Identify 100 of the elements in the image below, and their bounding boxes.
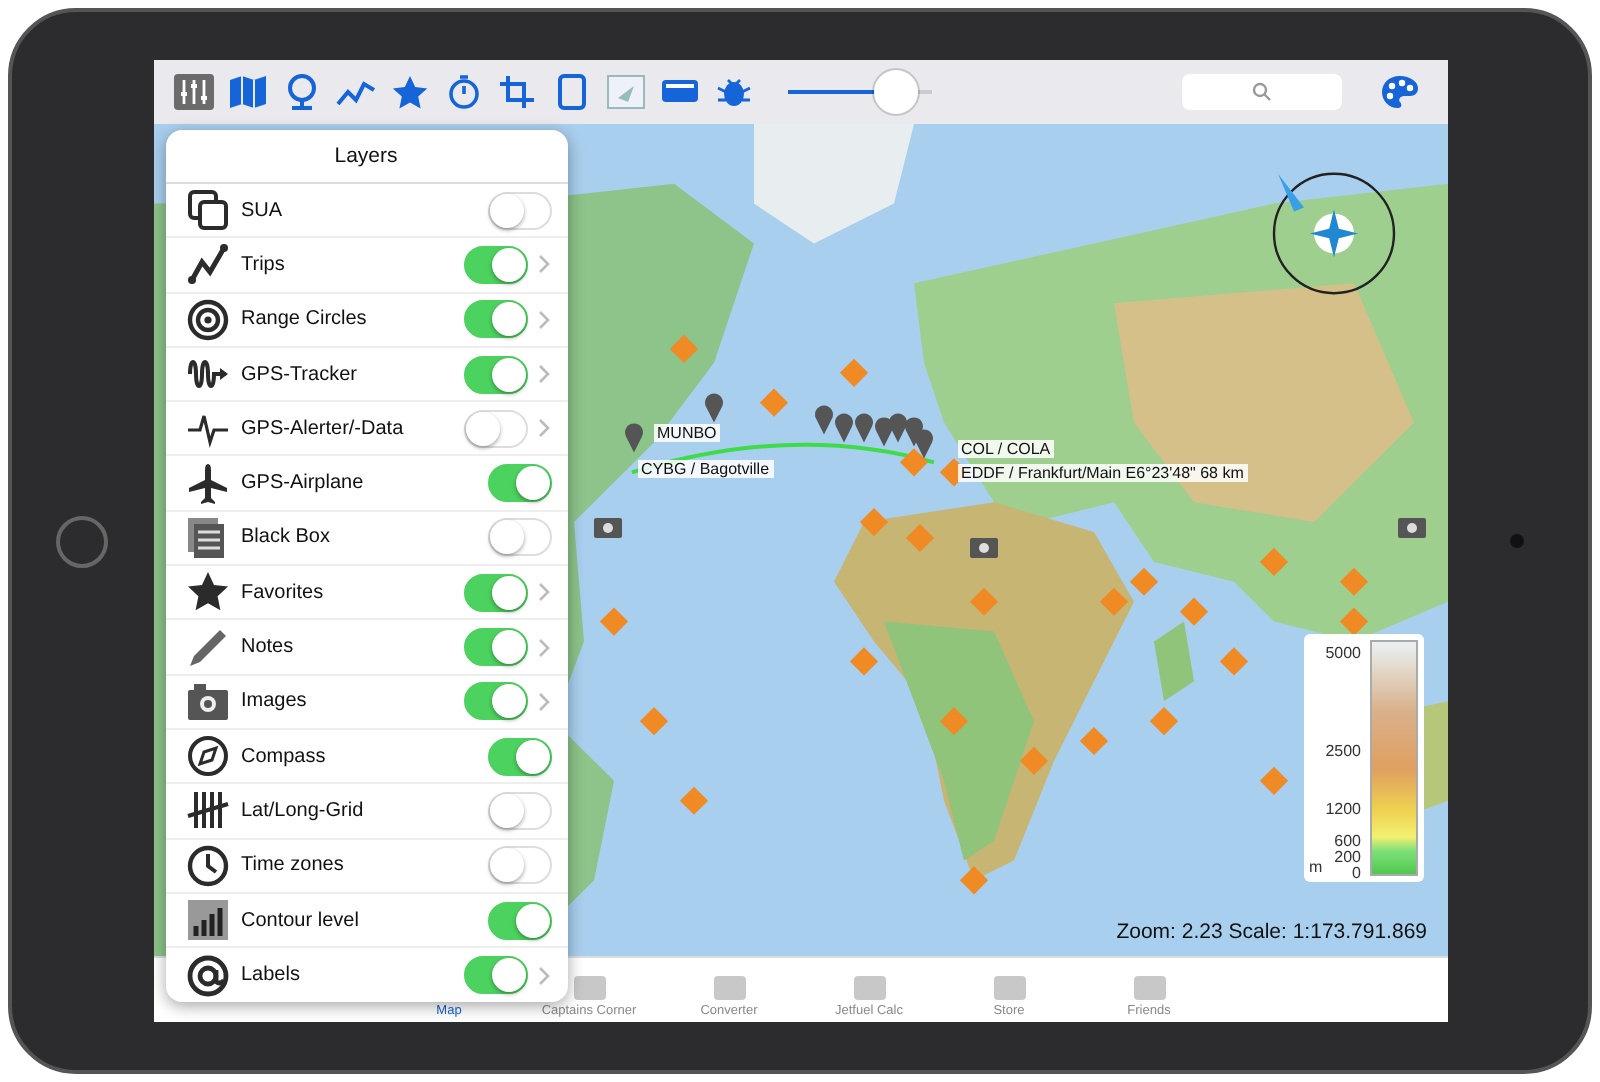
toggle-switch[interactable]	[487, 737, 551, 776]
layer-label: Trips	[241, 253, 287, 276]
camera-icon	[185, 679, 229, 724]
legend-value: 1200	[1325, 800, 1361, 819]
layer-label: Notes	[241, 636, 296, 659]
airport-marker-icon[interactable]	[1128, 567, 1158, 596]
target-icon	[185, 297, 229, 342]
map-pin-icon[interactable]	[874, 417, 892, 447]
at-sign-icon	[185, 953, 229, 998]
zigzag-line-icon	[185, 242, 229, 287]
palette-icon[interactable]	[1379, 74, 1419, 110]
camera-icon	[1510, 534, 1525, 548]
layer-label: GPS-Tracker	[241, 363, 359, 386]
airport-marker-icon[interactable]	[1178, 597, 1208, 626]
layer-row[interactable]: Compass	[165, 729, 567, 785]
zoom-slider[interactable]	[787, 70, 931, 114]
toggle-switch[interactable]	[487, 791, 551, 830]
layer-label: Images	[241, 690, 309, 713]
legend-unit: m	[1309, 858, 1323, 876]
legend-value: 600	[1334, 831, 1361, 850]
map-pin-icon[interactable]	[624, 423, 642, 453]
map-label: CYBG / Bagotville	[637, 460, 774, 478]
pencil-icon	[185, 625, 229, 670]
layer-label: Compass	[241, 745, 328, 768]
layer-label: Contour level	[241, 909, 361, 931]
layer-label: SUA	[241, 199, 285, 222]
layer-row[interactable]: Time zones	[165, 839, 567, 894]
map-pin-icon[interactable]	[854, 413, 872, 443]
layer-label: Black Box	[241, 526, 332, 549]
layer-row[interactable]: GPS-Tracker	[165, 347, 567, 403]
toggle-switch[interactable]	[463, 628, 527, 667]
layer-row[interactable]: Lat/Long-Grid	[165, 784, 567, 840]
layer-label: GPS-Alerter/-Data	[241, 417, 406, 440]
map-pin-icon[interactable]	[914, 429, 932, 459]
layer-row[interactable]: Black Box	[165, 511, 567, 567]
toggle-switch[interactable]	[463, 573, 527, 612]
star-icon	[185, 570, 229, 615]
toggle-switch[interactable]	[463, 956, 527, 995]
compass-icon	[185, 734, 229, 779]
search-field[interactable]	[1181, 74, 1341, 110]
layer-row[interactable]: Contour level	[165, 893, 567, 949]
layer-row[interactable]: Favorites	[165, 566, 567, 621]
stopwatch-icon[interactable]	[443, 74, 483, 110]
legend-value: 5000	[1325, 644, 1361, 663]
toggle-switch[interactable]	[463, 245, 527, 284]
layer-row[interactable]: GPS-Airplane	[165, 456, 567, 512]
layer-label: GPS-Airplane	[241, 472, 366, 495]
map-label: COL / COLA	[957, 440, 1055, 458]
toggle-switch[interactable]	[463, 300, 527, 339]
layer-row[interactable]: Notes	[165, 620, 567, 676]
panel-title: Layers	[165, 130, 567, 184]
sliders-icon[interactable]	[173, 74, 213, 110]
search-icon	[1251, 82, 1271, 102]
toggle-switch[interactable]	[487, 846, 551, 885]
camera-icon[interactable]	[1397, 518, 1425, 538]
map-pin-icon[interactable]	[888, 413, 906, 443]
arrow-square-icon[interactable]	[605, 74, 645, 110]
crop-icon[interactable]	[497, 74, 537, 110]
home-button[interactable]	[56, 515, 109, 567]
toggle-switch[interactable]	[487, 464, 551, 503]
map-pin-icon[interactable]	[834, 413, 852, 443]
airport-marker-icon[interactable]	[1018, 746, 1048, 775]
map-label: MUNBO	[653, 424, 721, 442]
camera-icon[interactable]	[593, 518, 621, 538]
legend-value: 200	[1334, 847, 1361, 866]
layer-row[interactable]: Labels	[165, 948, 567, 1003]
layer-label: Lat/Long-Grid	[241, 799, 366, 822]
star-icon[interactable]	[389, 74, 429, 110]
toggle-switch[interactable]	[463, 355, 527, 394]
compass-rose-icon	[1271, 172, 1395, 295]
airport-marker-icon[interactable]	[1098, 587, 1128, 616]
tally-marks-icon	[185, 788, 229, 833]
legend-value: 0	[1352, 864, 1361, 883]
layer-label: Time zones	[241, 854, 346, 877]
layer-label: Favorites	[241, 581, 326, 604]
layer-row[interactable]: GPS-Alerter/-Data	[165, 402, 567, 457]
bug-icon[interactable]	[713, 74, 753, 110]
toggle-switch[interactable]	[487, 518, 551, 557]
clock-icon	[185, 843, 229, 888]
toggle-switch[interactable]	[463, 409, 527, 448]
bar-chart-icon	[185, 898, 229, 942]
layers-icon	[185, 188, 229, 233]
map-pin-icon[interactable]	[704, 393, 722, 423]
map-pin-icon[interactable]	[814, 405, 832, 435]
layer-label: Range Circles	[241, 308, 369, 331]
map-label: EDDF / Frankfurt/Main E6°23'48" 68 km	[957, 464, 1248, 482]
airplane-icon	[185, 461, 229, 506]
camera-icon[interactable]	[969, 538, 997, 558]
airport-marker-icon[interactable]	[898, 448, 928, 477]
layer-row[interactable]: Range Circles	[165, 293, 567, 348]
layer-row[interactable]: Images	[165, 675, 567, 730]
toggle-switch[interactable]	[487, 191, 551, 230]
layer-row[interactable]: Trips	[165, 238, 567, 294]
layer-row[interactable]: SUA	[165, 184, 567, 239]
island	[1153, 621, 1193, 702]
layer-label: Labels	[241, 964, 302, 987]
zoom-scale-text: Zoom: 2.23 Scale: 1:173.791.869	[1116, 920, 1427, 944]
map-icon[interactable]	[227, 74, 267, 110]
toggle-switch[interactable]	[487, 901, 551, 939]
toggle-switch[interactable]	[463, 682, 527, 721]
